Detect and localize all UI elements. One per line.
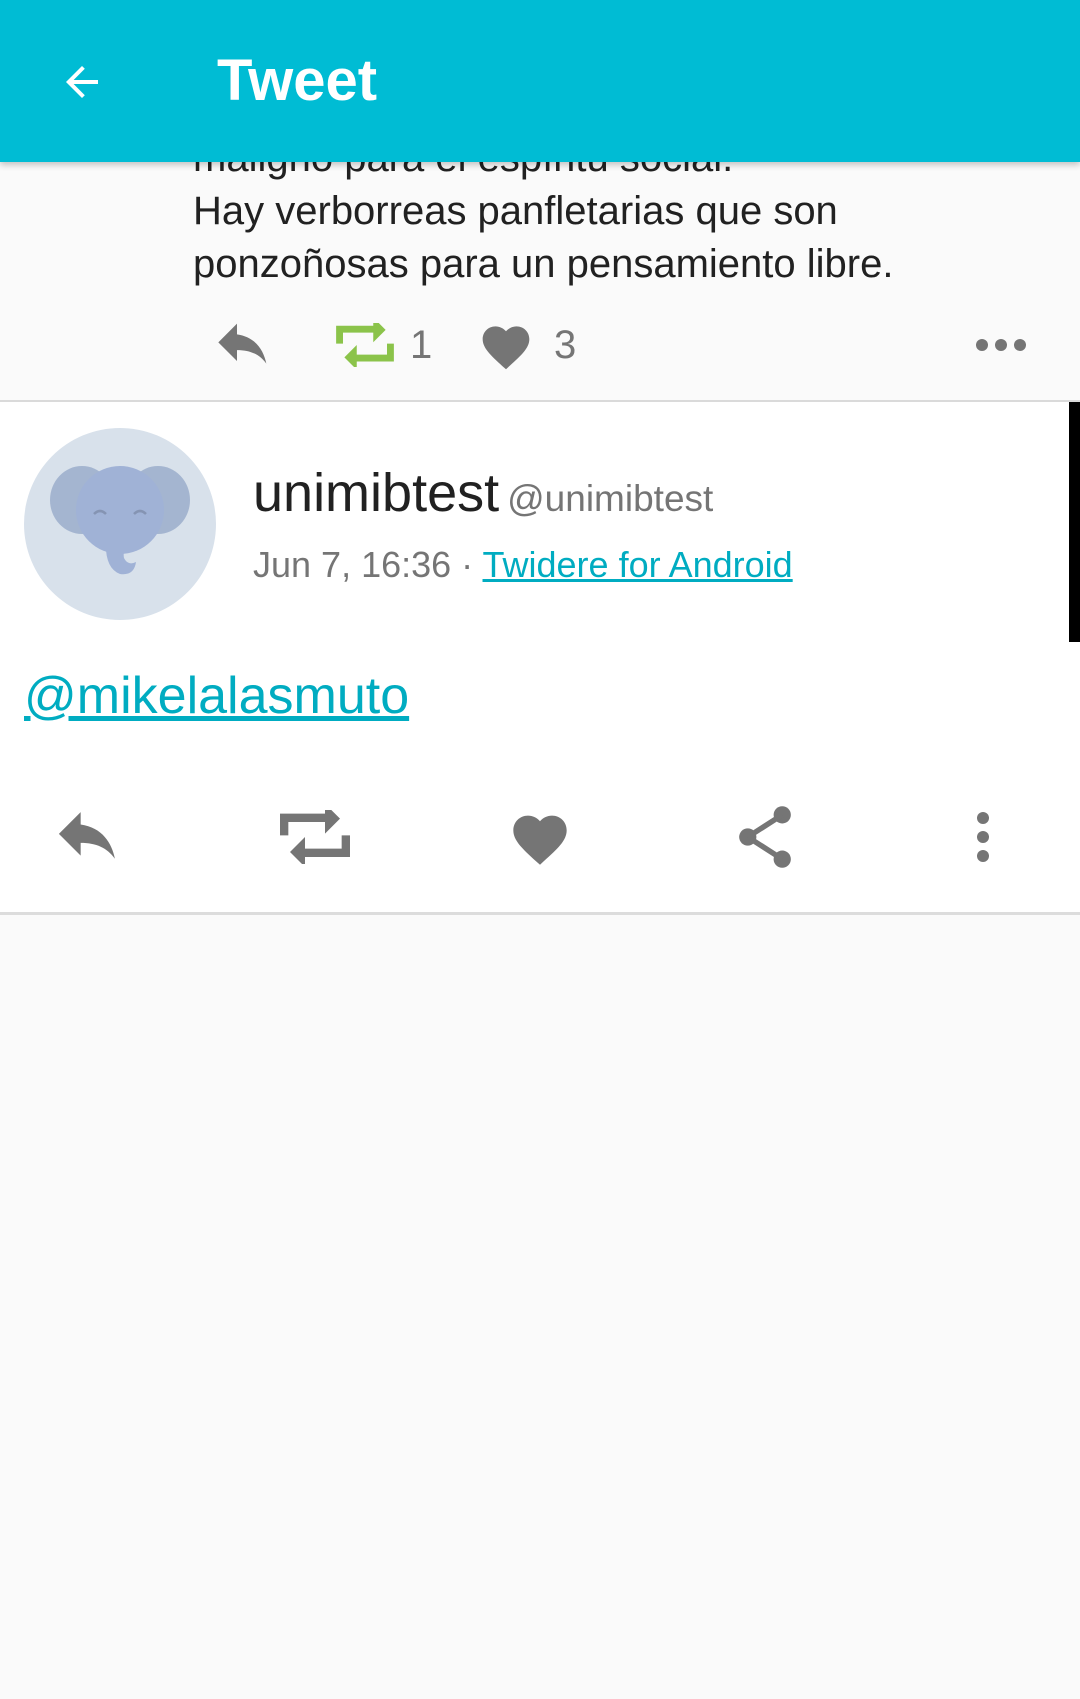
previous-like-button[interactable]: 3 [478,310,576,380]
retweet-button[interactable] [265,792,365,882]
screen-name: @unimibtest [507,478,714,519]
previous-tweet-actions: 1 3 [0,310,1080,380]
like-button[interactable] [490,792,590,882]
more-button[interactable] [933,792,1033,882]
tweet-meta: Jun 7, 16:36 · Twidere for Android [253,544,793,586]
reply-icon [58,812,115,859]
more-horiz-icon [976,339,1026,351]
previous-reply-button[interactable] [212,310,278,380]
back-button[interactable] [46,46,118,118]
retweet-icon [336,323,394,367]
previous-like-count: 3 [554,322,577,367]
arrow-left-icon [66,66,98,98]
avatar[interactable] [24,428,216,620]
heart-icon [482,326,530,370]
display-name: unimibtest [253,463,500,523]
reply-icon [218,323,267,364]
mention-link[interactable]: @mikelalasmuto [24,667,409,725]
reply-button[interactable] [40,792,140,882]
heart-icon [513,815,567,865]
scrollbar[interactable] [1069,402,1080,642]
more-vert-icon [977,812,989,862]
previous-tweet-line: ponzoñosas para un pensamiento libre. [193,242,894,286]
tweet-time: Jun 7, 16:36 [253,544,452,585]
elephant-avatar-icon [50,466,190,575]
previous-retweet-count: 1 [410,322,433,367]
meta-separator: · [451,544,483,585]
share-button[interactable] [715,792,815,882]
share-icon [739,806,791,868]
source-link[interactable]: Twidere for Android [483,544,793,585]
tweet-author[interactable]: unimibtest @unimibtest [253,462,713,524]
tweet-text: @mikelalasmuto [24,666,409,726]
previous-tweet-line: Hay verborreas panfletarias que son [193,189,838,233]
tweet-detail-card: unimibtest @unimibtest Jun 7, 16:36 · Twi… [0,402,1080,915]
previous-more-button[interactable] [975,310,1027,380]
page-title: Tweet [217,48,378,113]
previous-retweet-button[interactable]: 1 [332,310,432,380]
app-bar: Tweet [0,0,1080,162]
retweet-icon [280,810,350,864]
tweet-actions [0,792,1080,882]
